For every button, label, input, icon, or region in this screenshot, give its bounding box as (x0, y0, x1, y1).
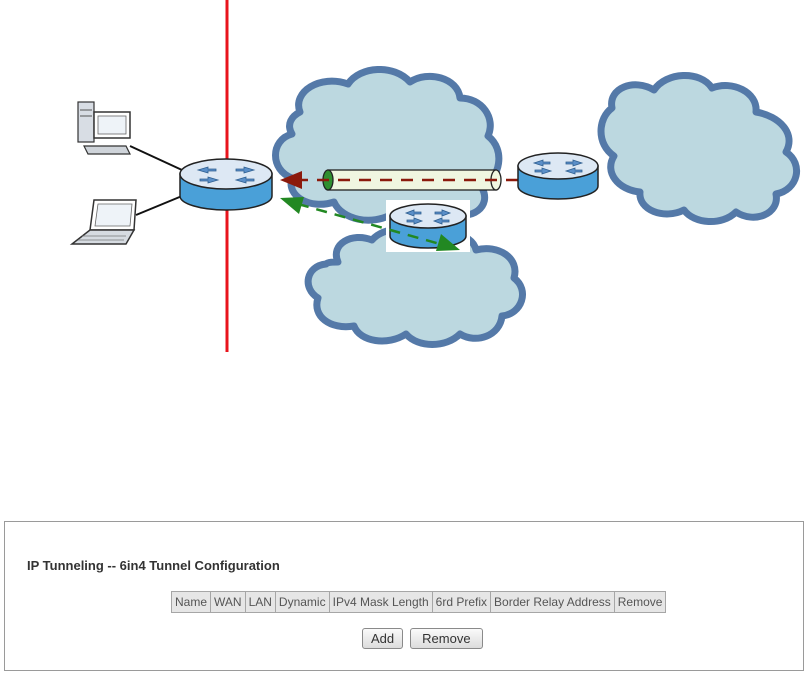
col-6rd-prefix: 6rd Prefix (431, 591, 492, 613)
remote-router-icon (517, 152, 599, 200)
laptop-link (135, 195, 183, 216)
border-relay-router-icon (386, 200, 470, 252)
col-ipv4-mask-length: IPv4 Mask Length (328, 591, 433, 613)
add-button[interactable]: Add (362, 628, 404, 649)
col-border-relay-address: Border Relay Address (490, 591, 615, 613)
desktop-computer-icon (77, 101, 131, 155)
remove-button[interactable]: Remove (410, 628, 483, 649)
desktop-link (129, 145, 183, 171)
action-buttons: Add Remove (362, 628, 483, 649)
laptop-icon (69, 199, 137, 245)
panel-title: IP Tunneling -- 6in4 Tunnel Configuratio… (27, 558, 280, 573)
ipv6-cloud-right (597, 72, 800, 226)
tunnel-config-panel: IP Tunneling -- 6in4 Tunnel Configuratio… (4, 521, 804, 671)
table-header-row: Name WAN LAN Dynamic IPv4 Mask Length 6r… (170, 591, 667, 613)
col-lan: LAN (244, 591, 276, 613)
network-diagram (69, 0, 800, 352)
col-wan: WAN (210, 591, 246, 613)
home-router-icon (179, 158, 273, 211)
tunnel-table: Name WAN LAN Dynamic IPv4 Mask Length 6r… (170, 591, 667, 613)
col-remove: Remove (613, 591, 667, 613)
col-dynamic: Dynamic (274, 591, 330, 613)
col-name: Name (170, 591, 212, 613)
